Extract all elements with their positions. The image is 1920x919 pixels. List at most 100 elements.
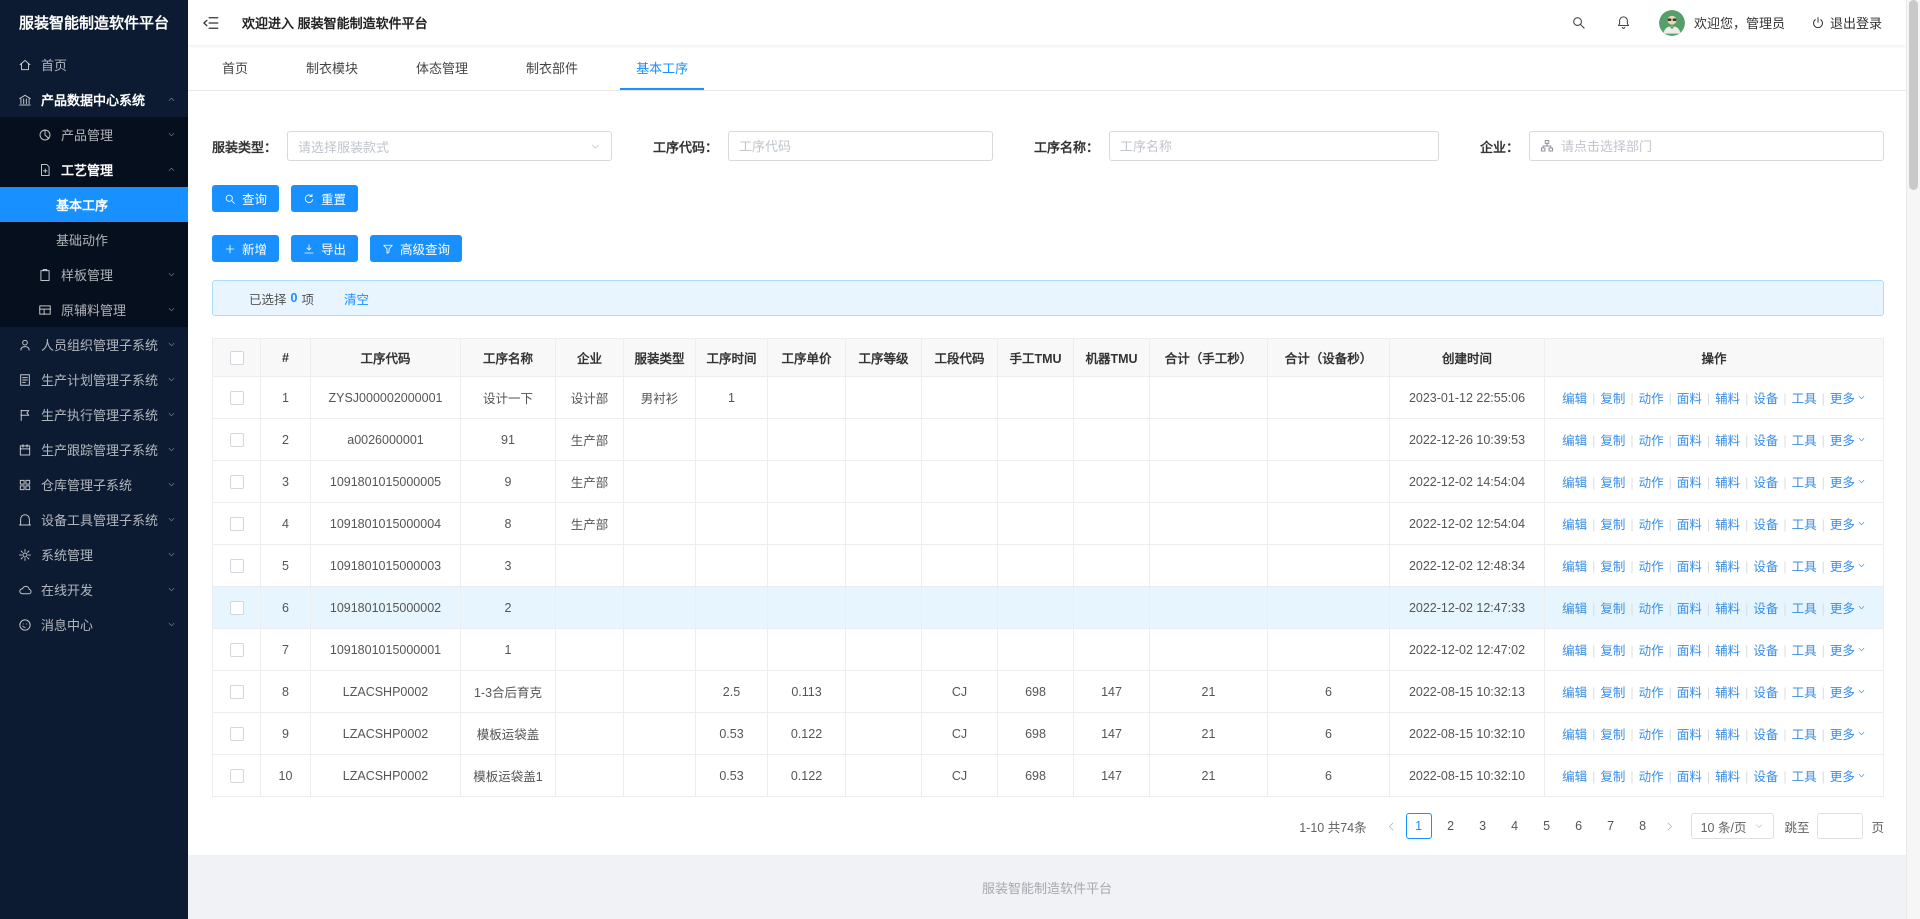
- scrollbar-thumb[interactable]: [1909, 0, 1918, 190]
- row-action-1[interactable]: 复制: [1600, 598, 1625, 617]
- row-checkbox[interactable]: [229, 390, 244, 405]
- row-action-4[interactable]: 辅料: [1715, 514, 1740, 533]
- row-action-0[interactable]: 编辑: [1562, 598, 1587, 617]
- table-row[interactable]: 3 1091801015000005 9 生产部 2022-12-02 14:54:04…: [212, 460, 1884, 503]
- tab-2[interactable]: 体态管理: [410, 45, 474, 90]
- tab-0[interactable]: 首页: [216, 45, 254, 90]
- row-action-4[interactable]: 辅料: [1715, 556, 1740, 575]
- row-action-0[interactable]: 编辑: [1562, 640, 1587, 659]
- row-action-2[interactable]: 动作: [1639, 388, 1664, 407]
- row-action-1[interactable]: 复制: [1600, 514, 1625, 533]
- row-action-4[interactable]: 辅料: [1715, 724, 1740, 743]
- bell-icon[interactable]: [1616, 15, 1631, 30]
- search-icon[interactable]: [1571, 15, 1586, 30]
- row-action-6[interactable]: 工具: [1792, 472, 1817, 491]
- row-action-4[interactable]: 辅料: [1715, 640, 1740, 659]
- sidebar-item-12[interactable]: 仓库管理子系统: [0, 467, 188, 502]
- row-action-7[interactable]: 更多: [1830, 388, 1866, 407]
- row-action-4[interactable]: 辅料: [1715, 388, 1740, 407]
- row-action-3[interactable]: 面料: [1677, 598, 1702, 617]
- page-button-8[interactable]: 8: [1630, 813, 1656, 839]
- row-action-3[interactable]: 面料: [1677, 472, 1702, 491]
- row-action-7[interactable]: 更多: [1830, 766, 1866, 785]
- row-checkbox[interactable]: [229, 684, 244, 699]
- row-action-4[interactable]: 辅料: [1715, 430, 1740, 449]
- page-size-select[interactable]: 10 条/页: [1690, 813, 1775, 839]
- jump-page-input[interactable]: [1817, 813, 1864, 839]
- sidebar-item-15[interactable]: 在线开发: [0, 572, 188, 607]
- row-action-1[interactable]: 复制: [1600, 724, 1625, 743]
- row-action-6[interactable]: 工具: [1792, 598, 1817, 617]
- sidebar-item-1[interactable]: 产品数据中心系统: [0, 82, 188, 117]
- sidebar-item-16[interactable]: 消息中心: [0, 607, 188, 642]
- row-action-4[interactable]: 辅料: [1715, 598, 1740, 617]
- row-action-0[interactable]: 编辑: [1562, 766, 1587, 785]
- row-checkbox[interactable]: [229, 642, 244, 657]
- row-action-3[interactable]: 面料: [1677, 724, 1702, 743]
- row-action-6[interactable]: 工具: [1792, 388, 1817, 407]
- row-action-7[interactable]: 更多: [1830, 472, 1866, 491]
- avatar[interactable]: [1658, 9, 1685, 36]
- row-action-3[interactable]: 面料: [1677, 514, 1702, 533]
- row-action-6[interactable]: 工具: [1792, 556, 1817, 575]
- sidebar-item-8[interactable]: 人员组织管理子系统: [0, 327, 188, 362]
- row-checkbox[interactable]: [229, 558, 244, 573]
- row-action-7[interactable]: 更多: [1830, 640, 1866, 659]
- row-action-1[interactable]: 复制: [1600, 682, 1625, 701]
- row-action-1[interactable]: 复制: [1600, 556, 1625, 575]
- row-action-5[interactable]: 设备: [1753, 556, 1778, 575]
- search-button[interactable]: 查询: [212, 185, 280, 212]
- row-action-5[interactable]: 设备: [1753, 766, 1778, 785]
- row-action-5[interactable]: 设备: [1753, 598, 1778, 617]
- row-action-6[interactable]: 工具: [1792, 766, 1817, 785]
- table-row[interactable]: 5 1091801015000003 3 2022-12-02 12:48:34 编辑 |…: [212, 544, 1884, 587]
- page-button-3[interactable]: 3: [1470, 813, 1496, 839]
- row-checkbox[interactable]: [229, 516, 244, 531]
- row-action-0[interactable]: 编辑: [1562, 514, 1587, 533]
- row-action-3[interactable]: 面料: [1677, 640, 1702, 659]
- row-action-1[interactable]: 复制: [1600, 472, 1625, 491]
- table-row[interactable]: 6 1091801015000002 2 2022-12-02 12:47:33 编辑 |…: [212, 586, 1884, 629]
- table-row[interactable]: 9 LZACSHP0002 模板运袋盖 0.53 0.122 CJ 698 147 21 6 202…: [212, 712, 1884, 755]
- add-button[interactable]: 新增: [212, 235, 280, 262]
- advanced-search-button[interactable]: 高级查询: [370, 235, 463, 262]
- reset-button[interactable]: 重置: [291, 185, 359, 212]
- page-button-6[interactable]: 6: [1566, 813, 1592, 839]
- tab-4[interactable]: 基本工序: [620, 45, 705, 90]
- process-code-input[interactable]: [739, 132, 982, 160]
- row-action-6[interactable]: 工具: [1792, 514, 1817, 533]
- row-action-6[interactable]: 工具: [1792, 430, 1817, 449]
- row-action-5[interactable]: 设备: [1753, 430, 1778, 449]
- tab-1[interactable]: 制衣模块: [300, 45, 364, 90]
- row-action-3[interactable]: 面料: [1677, 388, 1702, 407]
- row-action-0[interactable]: 编辑: [1562, 724, 1587, 743]
- row-action-3[interactable]: 面料: [1677, 556, 1702, 575]
- garment-type-select[interactable]: 请选择服装款式: [287, 131, 613, 161]
- row-action-6[interactable]: 工具: [1792, 640, 1817, 659]
- row-action-1[interactable]: 复制: [1600, 388, 1625, 407]
- row-action-6[interactable]: 工具: [1792, 724, 1817, 743]
- row-action-7[interactable]: 更多: [1830, 430, 1866, 449]
- select-all-checkbox[interactable]: [229, 350, 244, 365]
- export-button[interactable]: 导出: [291, 235, 359, 262]
- vertical-scrollbar[interactable]: [1906, 0, 1920, 919]
- company-input[interactable]: [1560, 132, 1873, 160]
- sidebar-item-9[interactable]: 生产计划管理子系统: [0, 362, 188, 397]
- sidebar-item-10[interactable]: 生产执行管理子系统: [0, 397, 188, 432]
- sidebar-item-5[interactable]: 基础动作: [0, 222, 188, 257]
- row-checkbox[interactable]: [229, 726, 244, 741]
- row-action-7[interactable]: 更多: [1830, 724, 1866, 743]
- row-action-0[interactable]: 编辑: [1562, 682, 1587, 701]
- row-action-0[interactable]: 编辑: [1562, 430, 1587, 449]
- table-row[interactable]: 2 a0026000001 91 生产部 2022-12-26 10:39:53 编辑 | 复…: [212, 418, 1884, 461]
- row-action-2[interactable]: 动作: [1639, 430, 1664, 449]
- row-action-5[interactable]: 设备: [1753, 640, 1778, 659]
- page-button-1[interactable]: 1: [1405, 813, 1432, 839]
- row-action-3[interactable]: 面料: [1677, 766, 1702, 785]
- row-action-2[interactable]: 动作: [1639, 724, 1664, 743]
- page-button-2[interactable]: 2: [1438, 813, 1464, 839]
- row-action-6[interactable]: 工具: [1792, 682, 1817, 701]
- table-row[interactable]: 1 ZYSJ000002000001 设计一下 设计部 男衬衫 1 2023-01-12 2…: [212, 376, 1884, 419]
- row-action-0[interactable]: 编辑: [1562, 388, 1587, 407]
- clear-selection-link[interactable]: 清空: [344, 289, 369, 308]
